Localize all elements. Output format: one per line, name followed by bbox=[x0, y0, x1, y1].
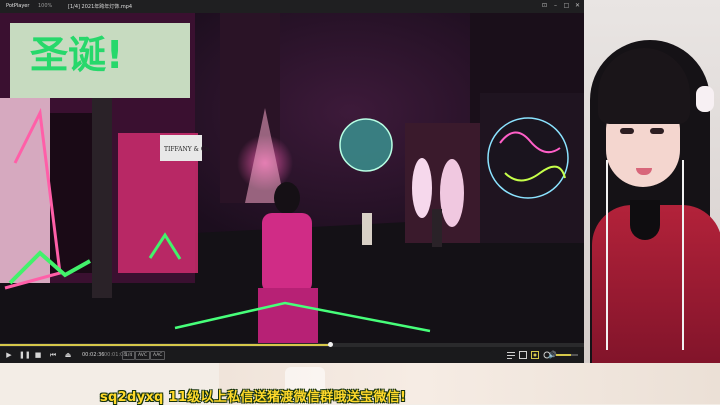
playlist-position-tag[interactable]: 1/4 bbox=[122, 351, 136, 360]
video-codec-tag[interactable]: AVC bbox=[135, 351, 151, 360]
volume-level bbox=[556, 354, 572, 356]
capture-icon[interactable] bbox=[531, 351, 539, 359]
audio-codec-tag[interactable]: AAC bbox=[150, 351, 166, 360]
pedestrian-1 bbox=[362, 213, 372, 245]
subtitle-icon[interactable] bbox=[519, 351, 527, 359]
billboard-glyphs: 圣诞! bbox=[30, 33, 123, 77]
previous-button[interactable]: ⏮ bbox=[49, 351, 57, 359]
walker-hair bbox=[274, 182, 300, 214]
close-button[interactable]: ✕ bbox=[573, 2, 582, 10]
pause-button[interactable]: ❚❚ bbox=[19, 351, 31, 359]
pin-icon[interactable]: ⊡ bbox=[540, 2, 549, 10]
elapsed-time: 00:02:36 bbox=[82, 352, 105, 358]
stop-button[interactable]: ■ bbox=[34, 351, 42, 359]
volume-slider[interactable] bbox=[556, 354, 578, 356]
title-bar[interactable]: PotPlayer 100% [1/4] 2021年跨年灯饰.mp4 ⊡ – □… bbox=[0, 0, 584, 13]
earphone-cord-left bbox=[606, 160, 608, 350]
eject-button[interactable]: ⏏ bbox=[64, 351, 72, 359]
neon-globe-right bbox=[487, 117, 569, 199]
video-scene: 圣诞! TIFFANY & Co. bbox=[0, 13, 584, 343]
video-frame[interactable]: 圣诞! TIFFANY & Co. bbox=[0, 13, 584, 343]
play-button[interactable]: ▶ bbox=[5, 351, 13, 359]
seek-bar-fill bbox=[0, 344, 330, 346]
streamer-camera bbox=[584, 0, 720, 363]
hair-bow bbox=[696, 86, 714, 112]
walker-coat bbox=[262, 213, 312, 293]
file-title: [1/4] 2021年跨年灯饰.mp4 bbox=[68, 4, 133, 10]
pedestrian-2 bbox=[432, 209, 442, 247]
tiffany-sign-text: TIFFANY & Co. bbox=[164, 146, 211, 153]
volume-icon[interactable]: 🔊 bbox=[548, 351, 557, 359]
app-name[interactable]: PotPlayer bbox=[6, 3, 29, 9]
street-pole bbox=[92, 98, 112, 298]
ticker-text: sq2dyxq 11级以上私信送猪渡微信群哦送宝微信! bbox=[100, 390, 407, 405]
control-bar: ▶ ❚❚ ■ ⏮ ⏏ 00:02:36 00:01:08 1/4 AVC AAC… bbox=[0, 347, 584, 363]
media-player-window: PotPlayer 100% [1/4] 2021年跨年灯饰.mp4 ⊡ – □… bbox=[0, 0, 584, 363]
earphone-cord-right bbox=[682, 160, 684, 350]
bunny-figure-2 bbox=[440, 159, 464, 227]
bunny-figure-1 bbox=[412, 158, 432, 218]
streamer-collar bbox=[630, 200, 660, 240]
walker-skirt bbox=[258, 288, 318, 343]
streamer-eye-left bbox=[620, 128, 634, 134]
playlist-icon[interactable] bbox=[507, 351, 515, 359]
streamer-eye-right bbox=[650, 128, 664, 134]
zoom-menu[interactable]: 100% bbox=[38, 3, 52, 9]
minimize-button[interactable]: – bbox=[551, 2, 560, 10]
maximize-button[interactable]: □ bbox=[562, 2, 571, 10]
